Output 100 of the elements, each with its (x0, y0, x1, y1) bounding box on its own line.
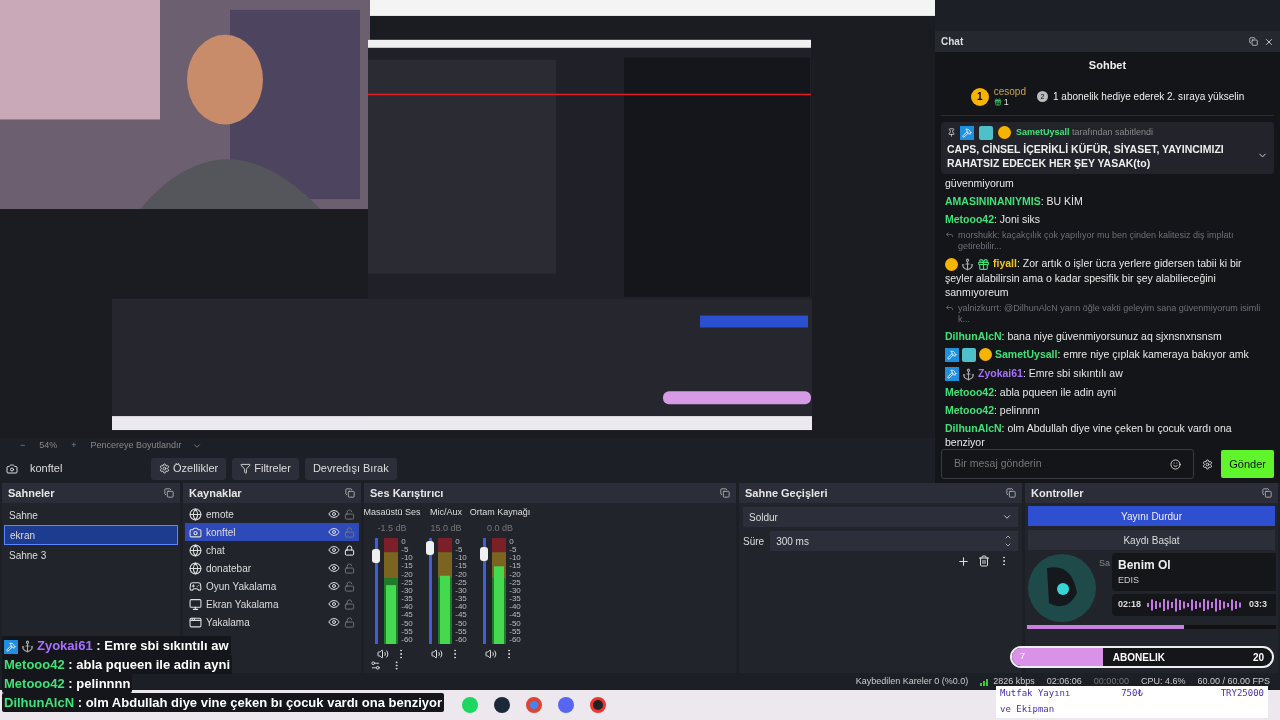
meter-scale-label: 0 (455, 538, 461, 546)
eye-icon[interactable] (328, 544, 340, 556)
sub-goal-target: 20 (1252, 650, 1264, 665)
coin-icon (945, 257, 958, 271)
toolbar-button[interactable]: Özellikler (151, 457, 227, 480)
chat-app-icon[interactable] (558, 697, 574, 713)
increment-icon[interactable] (1004, 533, 1012, 541)
transition-dropdown[interactable]: Soldur (743, 507, 1018, 527)
meter-scale-label: -45 (401, 611, 413, 620)
decrement-icon[interactable] (1004, 541, 1012, 549)
slider-thumb[interactable] (426, 540, 435, 555)
control-button[interactable]: Kaydı Başlat (1028, 530, 1275, 550)
meter-scale-label: -20 (401, 570, 413, 579)
source-item[interactable]: Ekran Yakalama (185, 595, 359, 613)
eye-icon[interactable] (328, 508, 340, 520)
chat-message: Zyokai61: Emre sbi sıkıntılı aw (945, 365, 1270, 381)
eye-icon[interactable] (328, 580, 340, 592)
steam-icon[interactable] (494, 697, 510, 713)
send-button[interactable]: Gönder (1221, 450, 1274, 478)
scene-item[interactable]: Sahne (4, 505, 178, 525)
chat-message: AMASININANIYMIS: BU KİM (945, 193, 1084, 208)
overlay-chat-message: Zyokai61 : Emre sbi sıkıntılı aw (2, 636, 231, 655)
speaker-icon[interactable] (431, 648, 443, 660)
speaker-icon[interactable] (377, 648, 389, 660)
browser-icon[interactable] (526, 697, 542, 713)
source-item[interactable]: donatebar (185, 559, 359, 577)
unlock-icon[interactable] (344, 616, 355, 628)
unlock-icon[interactable] (344, 580, 355, 592)
caret-icon (1002, 512, 1012, 522)
undock-icon[interactable] (1249, 36, 1258, 46)
sub-goal-current: 7 (1020, 650, 1025, 664)
meter-scale-label: -50 (509, 619, 521, 628)
zoom-in-button[interactable]: + (71, 439, 77, 453)
album-art-drawing (1027, 553, 1097, 623)
badge-icon (962, 347, 976, 362)
reply-preview: yalnizkurrt: @DilhunAlcN yarın öğle vakti geleyim sana güvenmiyorum isimli k... (958, 302, 1262, 325)
unlock-icon[interactable] (344, 562, 355, 574)
meter-scale-label: -50 (401, 619, 413, 628)
zoom-out-button[interactable]: − (20, 439, 26, 453)
camera-icon (6, 462, 18, 475)
add-icon[interactable] (957, 555, 970, 568)
undock-icon[interactable] (345, 488, 355, 498)
unlock-icon[interactable] (344, 508, 355, 520)
undock-icon[interactable] (1262, 488, 1272, 498)
eye-icon[interactable] (328, 616, 340, 628)
chat-message: Metooo42: Joni siks (945, 211, 1042, 226)
message-input[interactable]: Bir mesaj gönderin (941, 449, 1195, 479)
sub-goal-label: ABONELIK (1111, 650, 1167, 665)
scene-item[interactable]: Sahne 3 (4, 545, 178, 565)
control-button[interactable]: Yayını Durdur (1028, 506, 1275, 526)
anchor-icon (21, 640, 34, 654)
source-item[interactable]: konftel (185, 523, 359, 541)
channel-name: Mic/Aux (430, 506, 462, 519)
eye-icon[interactable] (328, 562, 340, 574)
slider-thumb[interactable] (480, 547, 489, 562)
volume-slider[interactable] (371, 538, 382, 644)
zoom-value: 54% (39, 439, 58, 453)
emoji-icon[interactable] (1170, 458, 1182, 470)
meter-scale-label: -20 (509, 570, 521, 579)
meter-scale-label: -55 (455, 627, 467, 636)
message-field[interactable]: Bir mesaj gönderin (954, 456, 1134, 472)
source-item[interactable]: Yakalama (185, 613, 359, 631)
undock-icon[interactable] (164, 488, 174, 498)
source-item[interactable]: Oyun Yakalama (185, 577, 359, 595)
trash-icon[interactable] (978, 555, 990, 567)
settings-icon[interactable] (1202, 458, 1214, 470)
meter-scale-label: -30 (455, 586, 467, 595)
window-icon (189, 615, 202, 629)
undock-icon[interactable] (720, 488, 730, 498)
dock-title: Kaynaklar (189, 485, 242, 501)
donation-title: ve Ekipman (1000, 703, 1056, 716)
close-icon[interactable] (1264, 36, 1274, 47)
slider-thumb[interactable] (372, 549, 381, 564)
eye-icon[interactable] (328, 598, 340, 610)
speaker-icon[interactable] (485, 648, 497, 660)
reply-icon (945, 302, 954, 312)
song-title: Benim Ol (1118, 557, 1172, 574)
eye-icon[interactable] (328, 526, 340, 538)
volume-slider[interactable] (425, 538, 436, 644)
source-item[interactable]: emote (185, 505, 359, 523)
undock-icon[interactable] (1006, 488, 1016, 498)
game-app-icon[interactable] (590, 697, 606, 713)
camera-icon (189, 525, 202, 539)
scene-item[interactable]: ekran (4, 525, 178, 545)
toolbar-button[interactable]: Filtreler (232, 457, 299, 480)
dock-title: Sahne Geçişleri (745, 485, 828, 501)
filter-icon (240, 463, 252, 474)
pinned-text: CAPS, CİNSEL İÇERİKLİ KÜFÜR, SİYASET, YAYINCIMIZI RAHATSIZ EDECEK HER ŞEY YASAK(to) (947, 141, 1225, 170)
fit-to-window-dropdown[interactable]: Pencereye Boyutlandır (90, 439, 202, 453)
toolbar-button[interactable]: Devredışı Bırak (304, 457, 397, 480)
unlock-icon[interactable] (344, 598, 355, 610)
coin-icon (998, 126, 1011, 140)
source-item[interactable]: chat (185, 541, 359, 559)
song-artist: EDIS (1118, 574, 1141, 587)
gamepad-icon (189, 579, 202, 593)
volume-slider[interactable] (479, 538, 490, 644)
meter-scale-label: -15 (509, 562, 521, 571)
duration-field[interactable]: 300 ms (770, 531, 1018, 551)
reply-preview: morshukk: kaçakçılık çok yapılıyor mu ben çinden kalitesiz diş implatı getirebilir... (958, 229, 1235, 252)
lock-icon[interactable] (344, 544, 355, 556)
